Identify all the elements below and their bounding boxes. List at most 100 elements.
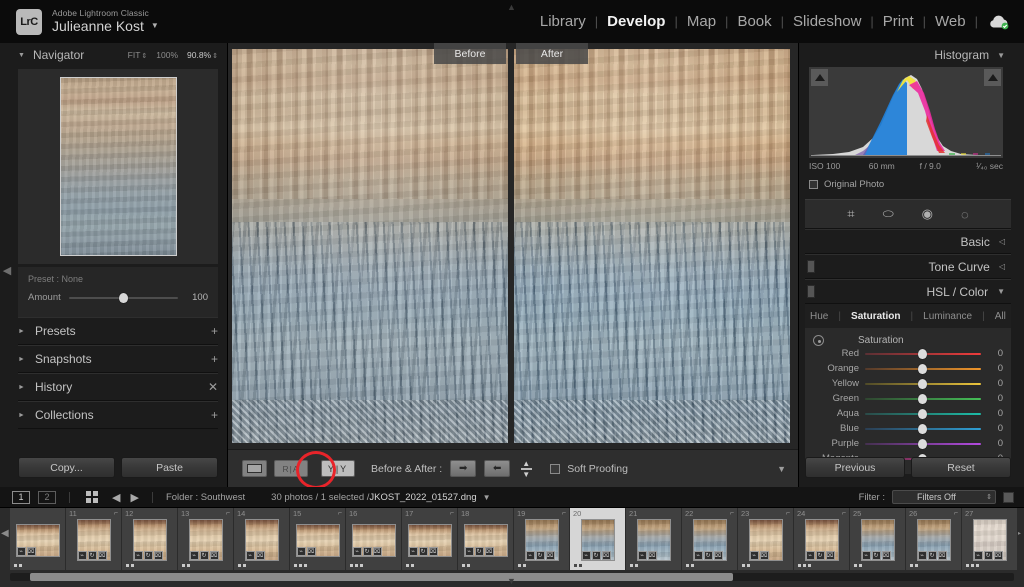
adjust-badge-icon[interactable]: ⌁ bbox=[77, 551, 87, 560]
hsl-tab-luminance[interactable]: Luminance bbox=[923, 311, 972, 322]
filter-toggle-button[interactable] bbox=[1003, 491, 1014, 503]
hsl-slider-green[interactable]: Green 0 bbox=[813, 391, 1003, 406]
module-web[interactable]: Web bbox=[926, 13, 975, 30]
adjust-badge-icon[interactable]: ⌁ bbox=[581, 551, 591, 560]
adjust-badge-icon[interactable]: ⌁ bbox=[408, 546, 418, 556]
filmstrip-thumbnail[interactable]: 15 ⌐ ⌁ ⌧ bbox=[290, 508, 346, 570]
module-map[interactable]: Map bbox=[678, 13, 725, 30]
adjust-badge-icon[interactable]: ⌁ bbox=[189, 551, 199, 560]
hsl-slider-value[interactable]: 0 bbox=[987, 363, 1003, 374]
grid-view-icon[interactable] bbox=[86, 491, 98, 503]
filmstrip-thumbnail[interactable]: 17 ⌐ ⌁ ↻ ⌧ bbox=[402, 508, 458, 570]
hsl-slider-blue[interactable]: Blue 0 bbox=[813, 421, 1003, 436]
rotate-badge-icon[interactable]: ↻ bbox=[199, 551, 209, 560]
hsl-slider-value[interactable]: 0 bbox=[987, 423, 1003, 434]
rotate-badge-icon[interactable]: ↻ bbox=[87, 551, 97, 560]
triangle-right-icon[interactable]: ► bbox=[18, 328, 25, 335]
hsl-slider-track[interactable] bbox=[865, 393, 981, 404]
adjust-badge-icon[interactable]: ⌁ bbox=[352, 546, 362, 556]
adjust-badge-icon[interactable]: ⌁ bbox=[296, 546, 306, 556]
hsl-slider-track[interactable] bbox=[865, 408, 981, 419]
add-icon[interactable]: + bbox=[211, 352, 218, 366]
rotate-badge-icon[interactable]: ↻ bbox=[591, 551, 601, 560]
amount-slider-row[interactable]: Amount 100 bbox=[28, 292, 208, 303]
before-after-left-right-button[interactable]: Y|Y bbox=[321, 460, 355, 477]
hsl-slider-knob[interactable] bbox=[918, 378, 927, 389]
hsl-slider-track[interactable] bbox=[865, 423, 981, 434]
previous-button[interactable]: Previous bbox=[805, 457, 905, 478]
hsl-slider-value[interactable]: 0 bbox=[987, 393, 1003, 404]
crop-badge-icon[interactable]: ⌧ bbox=[825, 551, 835, 560]
section-disclosure-icon[interactable]: ◁ bbox=[999, 262, 1005, 271]
rotate-badge-icon[interactable]: ↻ bbox=[815, 551, 825, 560]
target-adjustment-icon[interactable] bbox=[813, 335, 824, 346]
crop-badge-icon[interactable]: ⌧ bbox=[601, 551, 611, 560]
filmstrip-thumbnail[interactable]: 23 ⌐ ⌁ ⌧ bbox=[738, 508, 794, 570]
go-forward-arrow-icon[interactable]: ▶ bbox=[130, 491, 138, 504]
crop-badge-icon[interactable]: ⌧ bbox=[306, 546, 316, 556]
right-section-tone-curve[interactable]: Tone Curve ◁ bbox=[805, 254, 1011, 279]
stepper-icon[interactable]: ⇕ bbox=[141, 53, 147, 60]
copy-before-settings-button[interactable]: ➡ bbox=[450, 460, 477, 477]
crop-badge-icon[interactable]: ⌧ bbox=[759, 551, 769, 560]
spot-removal-icon[interactable]: ⬭ bbox=[883, 206, 894, 222]
original-photo-row[interactable]: Original Photo bbox=[809, 179, 1005, 190]
crop-badge-icon[interactable]: ⌧ bbox=[97, 551, 107, 560]
crop-badge-icon[interactable]: ⌧ bbox=[372, 546, 382, 556]
crop-badge-icon[interactable]: ⌧ bbox=[153, 551, 163, 560]
filmstrip-thumbnail[interactable]: 16 ⌁ ↻ ⌧ bbox=[346, 508, 402, 570]
navigator-preview[interactable] bbox=[18, 69, 218, 264]
adjust-badge-icon[interactable]: ⌁ bbox=[637, 551, 647, 560]
filter-select[interactable]: Filters Off ⇕ bbox=[892, 490, 996, 504]
paste-button[interactable]: Paste bbox=[121, 457, 218, 478]
masking-icon[interactable]: ◌ bbox=[961, 207, 969, 222]
hsl-slider-knob[interactable] bbox=[918, 438, 927, 449]
histogram-graph[interactable] bbox=[809, 67, 1003, 158]
rotate-badge-icon[interactable]: ↻ bbox=[983, 551, 993, 560]
module-slideshow[interactable]: Slideshow bbox=[784, 13, 870, 30]
filmstrip-scrollbar-thumb[interactable] bbox=[30, 573, 733, 581]
rotate-badge-icon[interactable]: ↻ bbox=[871, 551, 881, 560]
adjust-badge-icon[interactable]: ⌁ bbox=[973, 551, 983, 560]
filmstrip-scroll-left-icon[interactable]: ◀ bbox=[1, 528, 9, 539]
hsl-slider-value[interactable]: 0 bbox=[987, 348, 1003, 359]
hsl-slider-value[interactable]: 0 bbox=[987, 378, 1003, 389]
filmstrip-thumbnail-selected[interactable]: 20 ⌁ ↻ ⌧ bbox=[570, 508, 626, 570]
navigator-100-option[interactable]: 100% bbox=[156, 50, 178, 60]
adjust-badge-icon[interactable]: ⌁ bbox=[749, 551, 759, 560]
module-print[interactable]: Print bbox=[874, 13, 923, 30]
rotate-badge-icon[interactable]: ↻ bbox=[143, 551, 153, 560]
crop-badge-icon[interactable]: ⌧ bbox=[26, 546, 36, 556]
amount-slider-knob[interactable] bbox=[119, 292, 129, 303]
reset-button[interactable]: Reset bbox=[911, 457, 1011, 478]
rotate-badge-icon[interactable]: ↻ bbox=[418, 546, 428, 556]
soft-proofing-checkbox[interactable] bbox=[550, 463, 561, 474]
crop-badge-icon[interactable]: ⌧ bbox=[545, 551, 555, 560]
identity-plate[interactable]: Adobe Lightroom Classic Julieanne Kost ▼ bbox=[52, 9, 159, 34]
rotate-badge-icon[interactable]: ↻ bbox=[927, 551, 937, 560]
triangle-right-icon[interactable]: ► bbox=[18, 412, 25, 419]
navigator-fit-option[interactable]: FIT⇕ bbox=[128, 50, 148, 60]
adjust-badge-icon[interactable]: ⌁ bbox=[16, 546, 26, 556]
after-image-pane[interactable] bbox=[514, 49, 790, 443]
hsl-slider-orange[interactable]: Orange 0 bbox=[813, 361, 1003, 376]
adjust-badge-icon[interactable]: ⌁ bbox=[464, 546, 474, 556]
original-photo-checkbox[interactable] bbox=[809, 180, 818, 189]
crop-badge-icon[interactable]: ⌧ bbox=[209, 551, 219, 560]
filmstrip-thumbnail[interactable]: 25 ⌁ ↻ ⌧ bbox=[850, 508, 906, 570]
hsl-slider-value[interactable]: 0 bbox=[987, 438, 1003, 449]
cloud-sync-icon[interactable] bbox=[988, 14, 1010, 30]
filmstrip-thumbnail[interactable]: 14 ⌁ ⌧ bbox=[234, 508, 290, 570]
filmstrip-thumbnail[interactable]: 11 ⌐ ⌁ ↻ ⌧ bbox=[66, 508, 122, 570]
red-eye-correction-icon[interactable]: ◉ bbox=[922, 206, 933, 222]
clear-icon[interactable]: ✕ bbox=[208, 380, 218, 394]
crop-badge-icon[interactable]: ⌧ bbox=[881, 551, 891, 560]
section-disclosure-icon[interactable]: ▼ bbox=[997, 287, 1005, 296]
adjust-badge-icon[interactable]: ⌁ bbox=[861, 551, 871, 560]
highlight-clipping-indicator[interactable] bbox=[984, 69, 1001, 86]
filmstrip-thumbnail[interactable]: 19 ⌐ ⌁ ↻ ⌧ bbox=[514, 508, 570, 570]
hsl-tab-saturation[interactable]: Saturation bbox=[851, 311, 900, 322]
hsl-slider-yellow[interactable]: Yellow 0 bbox=[813, 376, 1003, 391]
hsl-slider-knob[interactable] bbox=[918, 348, 927, 359]
crop-badge-icon[interactable]: ⌧ bbox=[428, 546, 438, 556]
